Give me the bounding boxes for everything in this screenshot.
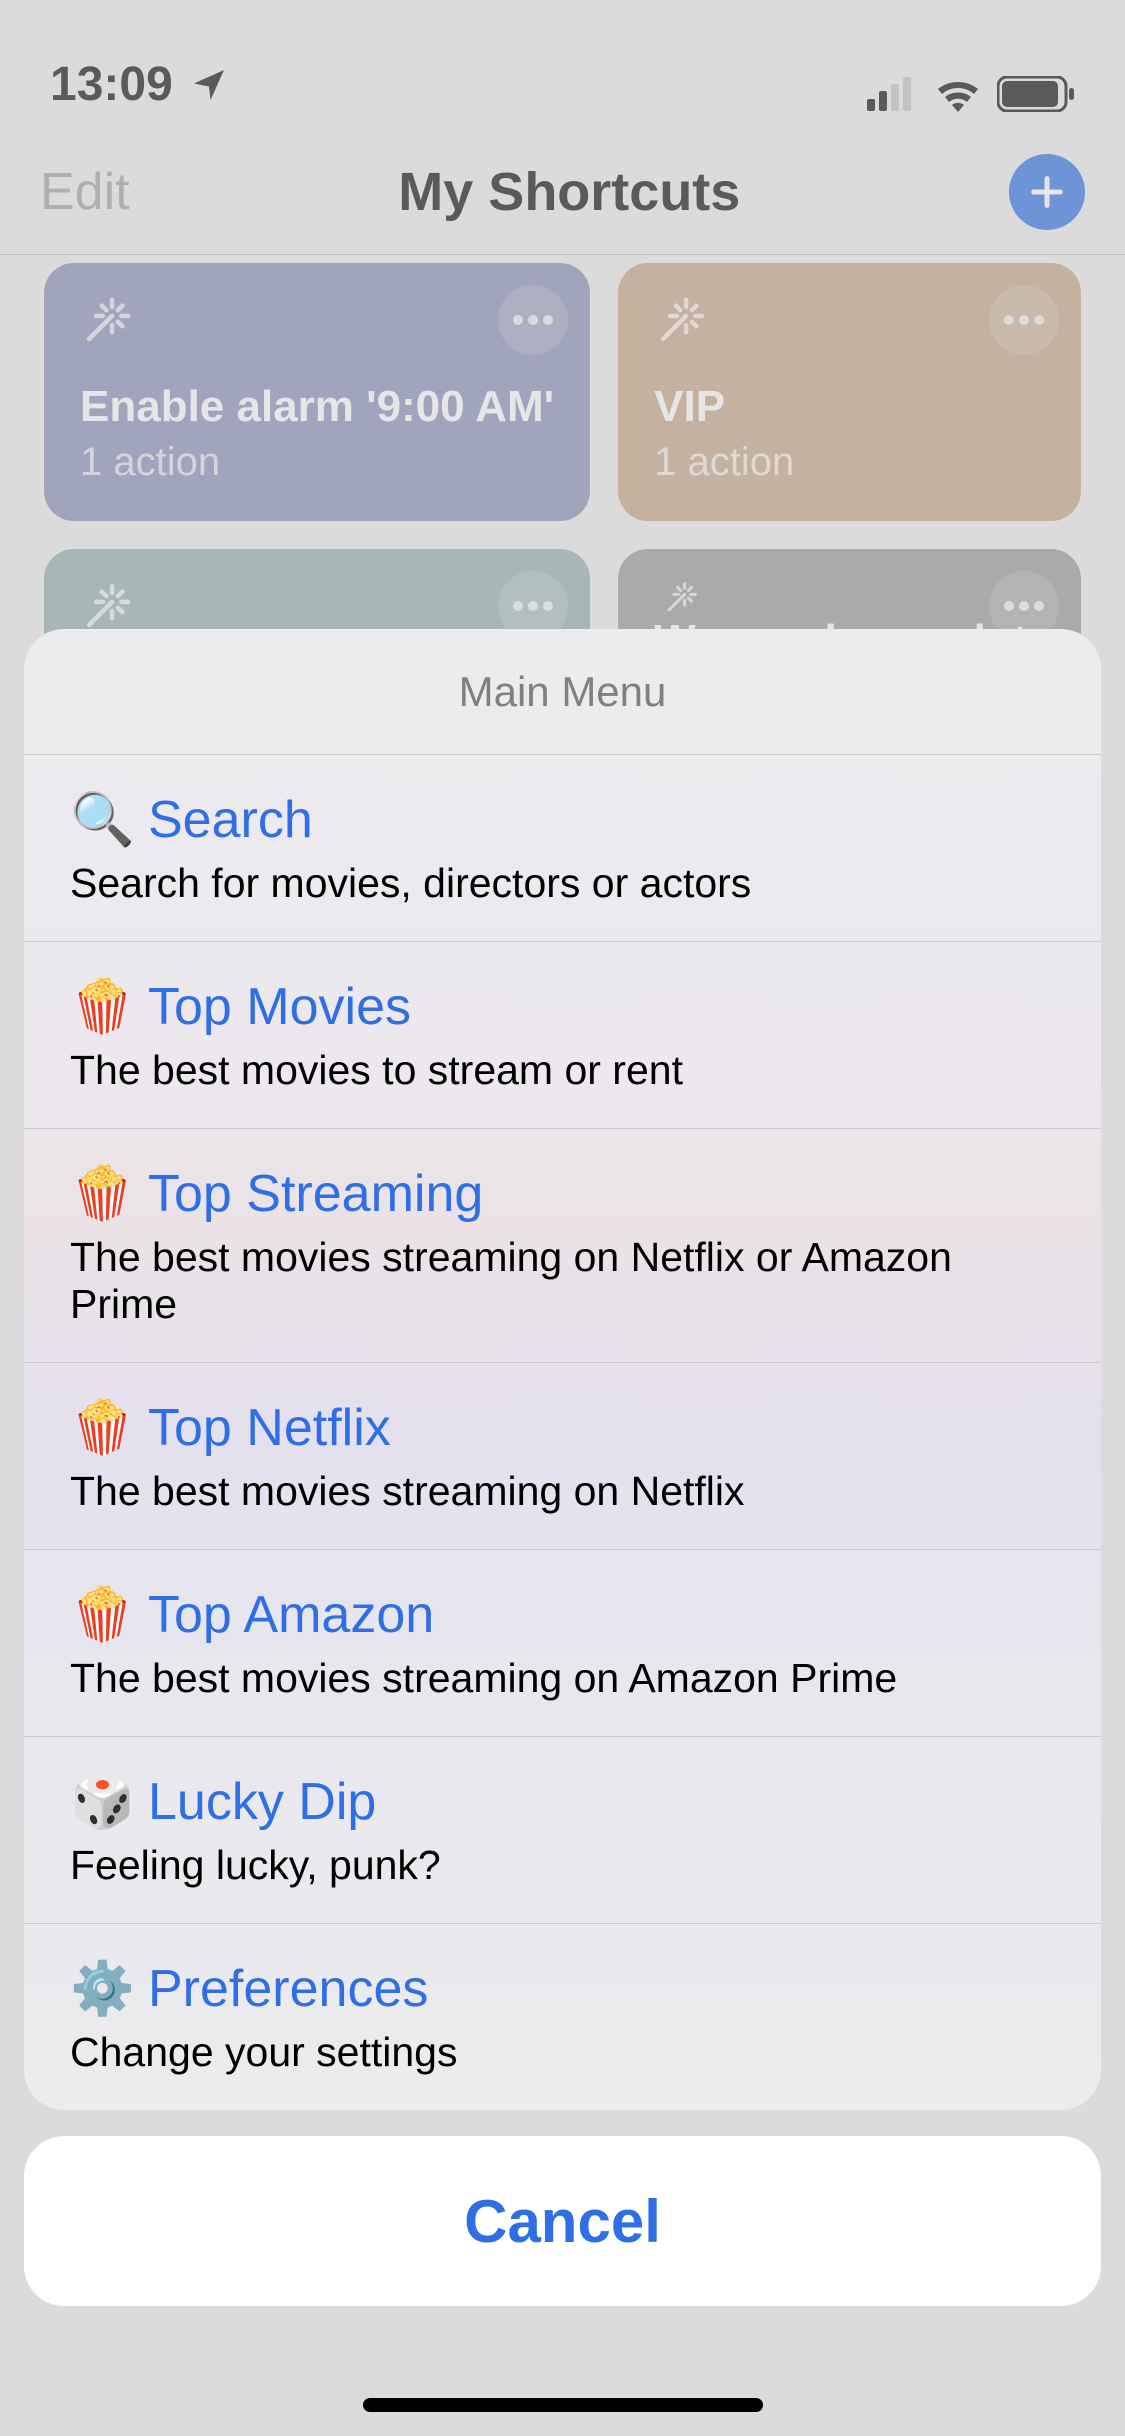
menu-item-title: Preferences <box>148 1959 428 2019</box>
menu-item-title: Search <box>148 790 313 850</box>
popcorn-icon: 🍿 <box>70 1397 128 1458</box>
menu-item-lucky-dip[interactable]: 🎲 Lucky Dip Feeling lucky, punk? <box>24 1737 1101 1924</box>
home-indicator[interactable] <box>363 2398 763 2412</box>
menu-item-preferences[interactable]: ⚙️ Preferences Change your settings <box>24 1924 1101 2110</box>
action-sheet-title: Main Menu <box>459 668 667 716</box>
cancel-button-label: Cancel <box>464 2187 661 2256</box>
popcorn-icon: 🍿 <box>70 1163 128 1224</box>
cancel-button[interactable]: Cancel <box>24 2136 1101 2306</box>
menu-item-subtitle: The best movies to stream or rent <box>70 1047 1055 1094</box>
menu-item-search[interactable]: 🔍 Search Search for movies, directors or… <box>24 755 1101 942</box>
menu-item-top-amazon[interactable]: 🍿 Top Amazon The best movies streaming o… <box>24 1550 1101 1737</box>
dice-icon: 🎲 <box>70 1771 128 1832</box>
search-icon: 🔍 <box>70 789 128 850</box>
menu-item-title: Top Amazon <box>148 1585 434 1645</box>
menu-item-subtitle: The best movies streaming on Netflix <box>70 1468 1055 1515</box>
popcorn-icon: 🍿 <box>70 976 128 1037</box>
menu-item-subtitle: Search for movies, directors or actors <box>70 860 1055 907</box>
menu-item-title: Top Streaming <box>148 1164 483 1224</box>
menu-item-subtitle: The best movies streaming on Netflix or … <box>70 1234 1055 1328</box>
menu-item-subtitle: The best movies streaming on Amazon Prim… <box>70 1655 1055 1702</box>
action-sheet-main: Main Menu 🔍 Search Search for movies, di… <box>24 629 1101 2110</box>
menu-item-title: Top Netflix <box>148 1398 391 1458</box>
menu-item-subtitle: Change your settings <box>70 2029 1055 2076</box>
menu-item-subtitle: Feeling lucky, punk? <box>70 1842 1055 1889</box>
menu-item-top-netflix[interactable]: 🍿 Top Netflix The best movies streaming … <box>24 1363 1101 1550</box>
action-sheet-header: Main Menu <box>24 629 1101 755</box>
popcorn-icon: 🍿 <box>70 1584 128 1645</box>
menu-item-top-movies[interactable]: 🍿 Top Movies The best movies to stream o… <box>24 942 1101 1129</box>
menu-item-title: Top Movies <box>148 977 411 1037</box>
gear-icon: ⚙️ <box>70 1958 128 2019</box>
menu-item-title: Lucky Dip <box>148 1772 376 1832</box>
action-sheet: Main Menu 🔍 Search Search for movies, di… <box>24 629 1101 2306</box>
menu-item-top-streaming[interactable]: 🍿 Top Streaming The best movies streamin… <box>24 1129 1101 1363</box>
